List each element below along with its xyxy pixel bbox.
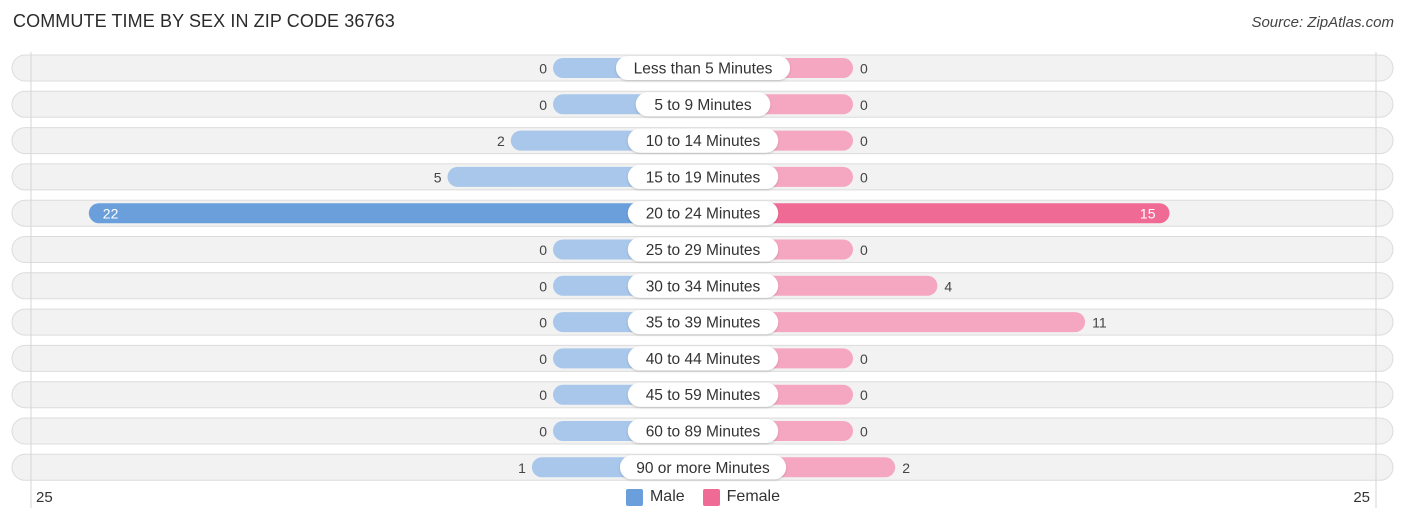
value-label-female: 0 xyxy=(860,61,868,77)
value-label-male: 0 xyxy=(539,351,547,367)
value-label-female: 2 xyxy=(902,460,910,476)
value-label-male: 2 xyxy=(497,133,505,149)
category-label: 20 to 24 Minutes xyxy=(646,206,761,223)
value-label-female: 15 xyxy=(1140,206,1156,222)
category-label: 10 to 14 Minutes xyxy=(646,133,761,150)
value-label-male: 0 xyxy=(539,315,547,331)
category-label: 5 to 9 Minutes xyxy=(654,97,752,114)
value-label-female: 4 xyxy=(944,278,952,294)
value-label-male: 0 xyxy=(539,242,547,258)
value-label-female: 11 xyxy=(1092,315,1107,331)
value-label-female: 0 xyxy=(860,133,868,149)
category-label: 40 to 44 Minutes xyxy=(646,351,761,368)
category-label: 25 to 29 Minutes xyxy=(646,242,761,259)
value-label-male: 0 xyxy=(539,97,547,113)
value-label-male: 1 xyxy=(518,460,526,476)
chart-area: Less than 5 Minutes 0 0 5 to 9 Minutes 0 0 10 … xyxy=(11,52,1394,508)
value-label-female: 0 xyxy=(860,387,868,403)
legend-label-female: Female xyxy=(726,488,781,505)
value-label-female: 0 xyxy=(860,97,868,113)
category-label: Less than 5 Minutes xyxy=(634,61,773,78)
category-label: 30 to 34 Minutes xyxy=(646,278,761,295)
value-label-male: 0 xyxy=(539,424,547,440)
legend-item-female[interactable]: Female xyxy=(702,488,781,506)
category-label: 15 to 19 Minutes xyxy=(646,169,761,186)
category-label: 45 to 59 Minutes xyxy=(646,387,761,404)
bar-male xyxy=(88,203,704,224)
value-label-male: 0 xyxy=(539,61,547,77)
category-label: 60 to 89 Minutes xyxy=(646,424,761,441)
value-label-female: 0 xyxy=(860,351,868,367)
value-label-female: 0 xyxy=(860,242,868,258)
legend: Male Female xyxy=(0,488,1406,506)
category-label: 90 or more Minutes xyxy=(636,460,770,477)
value-label-male: 5 xyxy=(434,169,442,185)
legend-swatch-male xyxy=(625,488,643,506)
legend-swatch-female xyxy=(702,488,720,506)
value-label-male: 0 xyxy=(539,278,547,294)
legend-label-male: Male xyxy=(649,488,685,505)
category-label: 35 to 39 Minutes xyxy=(646,315,761,332)
value-label-female: 0 xyxy=(860,169,868,185)
value-label-male: 0 xyxy=(539,387,547,403)
value-label-male: 22 xyxy=(103,206,119,222)
legend-item-male[interactable]: Male xyxy=(625,488,685,506)
value-label-female: 0 xyxy=(860,424,868,440)
